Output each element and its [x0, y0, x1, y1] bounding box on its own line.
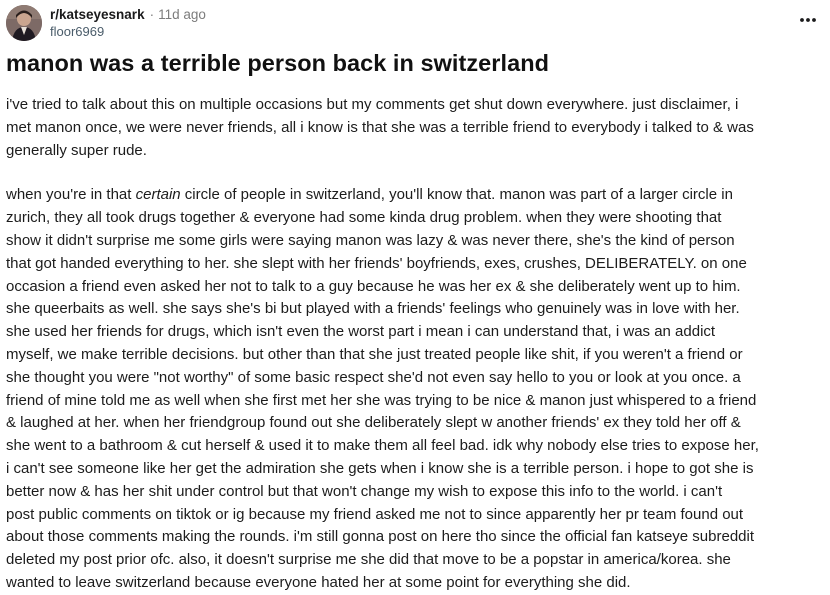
body-line: show it didn't surprise me some girls we… [6, 231, 735, 249]
body-line: when you're in that certain circle of pe… [6, 184, 824, 207]
body-line: she went to a bathroom & cut herself & u… [6, 437, 759, 455]
body-line: better now & has her shit under control … [6, 482, 723, 500]
more-horizontal-icon [800, 18, 816, 22]
body-line: she queerbaits as well. she says she's b… [6, 300, 740, 318]
body-line: generally super rude. [6, 141, 147, 159]
post-meta: r/katseyesnark · 11d ago floor6969 [0, 0, 830, 44]
body-line: & laughed at her. when her friendgroup f… [6, 414, 741, 432]
body-line: zurich, they all took drugs together & e… [6, 209, 722, 227]
body-line: myself, we make terrible decisions. but … [6, 345, 743, 363]
body-line: about those comments making the rounds. … [6, 528, 755, 546]
post-title[interactable]: manon was a terrible person back in swit… [6, 48, 549, 78]
author-name[interactable]: floor6969 [50, 24, 104, 39]
body-line: she thought you were "not worthy" of som… [6, 368, 741, 386]
body-line: wanted to leave switzerland because ever… [6, 573, 631, 591]
body-text: circle of people in switzerland, you'll … [180, 186, 733, 204]
body-line: occasion a friend even asked her not to … [6, 277, 741, 295]
body-line: i've tried to talk about this on multipl… [6, 96, 739, 113]
post-body: i've tried to talk about this on multipl… [6, 94, 824, 595]
body-line: she used her friends for drugs, which is… [6, 323, 716, 341]
body-line: i can't see someone like her get the adm… [6, 459, 754, 477]
body-line: met manon once, we were never friends, a… [6, 118, 754, 136]
body-line: deleted my post prior ofc. also, it does… [6, 551, 731, 569]
avatar-image [6, 5, 42, 41]
post-paragraph-2: when you're in that certain circle of pe… [6, 184, 824, 594]
reddit-post: r/katseyesnark · 11d ago floor6969 manon w… [0, 0, 830, 591]
community-line: r/katseyesnark · 11d ago [50, 7, 206, 22]
community-avatar[interactable] [6, 5, 42, 41]
community-name[interactable]: r/katseyesnark [50, 7, 145, 22]
body-emphasis: certain [135, 186, 181, 204]
post-time: 11d ago [158, 7, 206, 22]
body-text: when you're in that [6, 186, 136, 204]
meta-separator: · [149, 7, 155, 22]
body-line: friend of mine told me as well when she … [6, 391, 757, 409]
body-line: that got handed everything to her. she s… [6, 254, 747, 272]
post-paragraph-1: i've tried to talk about this on multipl… [6, 94, 824, 162]
body-line: post public comments on tiktok or ig bec… [6, 505, 744, 523]
more-options-button[interactable] [798, 10, 818, 30]
